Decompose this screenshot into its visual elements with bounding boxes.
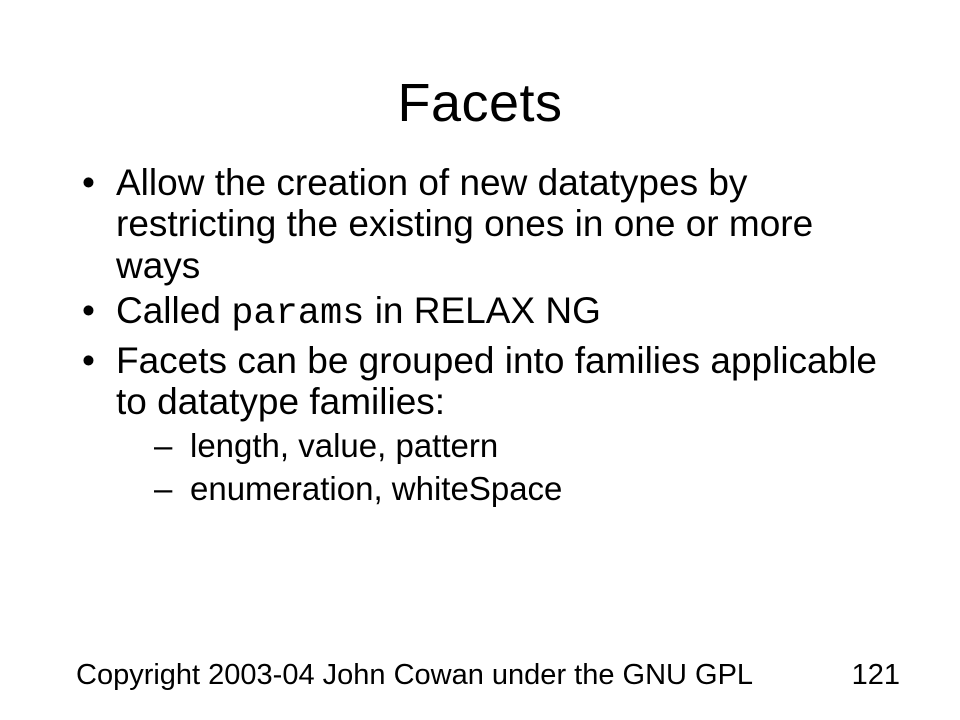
slide-footer: Copyright 2003-04 John Cowan under the G… xyxy=(76,659,900,692)
bullet-text-pre: Called xyxy=(116,290,231,331)
slide: Facets Allow the creation of new datatyp… xyxy=(0,0,960,720)
bullet-item: Allow the creation of new datatypes by r… xyxy=(76,162,900,286)
copyright-text: Copyright 2003-04 John Cowan under the G… xyxy=(76,659,753,692)
page-number: 121 xyxy=(852,659,900,692)
sub-bullet-text: length, value, pattern xyxy=(190,427,498,464)
bullet-item: Called params in RELAX NG xyxy=(76,290,900,335)
sub-bullet-item: enumeration, whiteSpace xyxy=(116,468,900,509)
slide-title: Facets xyxy=(0,0,960,162)
sub-bullet-list: length, value, pattern enumeration, whit… xyxy=(116,425,900,510)
code-text: params xyxy=(231,293,364,335)
sub-bullet-item: length, value, pattern xyxy=(116,425,900,466)
bullet-text: Facets can be grouped into families appl… xyxy=(116,340,877,422)
slide-content: Allow the creation of new datatypes by r… xyxy=(0,162,960,509)
sub-bullet-text: enumeration, whiteSpace xyxy=(190,470,562,507)
bullet-item: Facets can be grouped into families appl… xyxy=(76,340,900,509)
bullet-list: Allow the creation of new datatypes by r… xyxy=(76,162,900,509)
bullet-text: Allow the creation of new datatypes by r… xyxy=(116,162,813,286)
bullet-text-post: in RELAX NG xyxy=(364,290,600,331)
